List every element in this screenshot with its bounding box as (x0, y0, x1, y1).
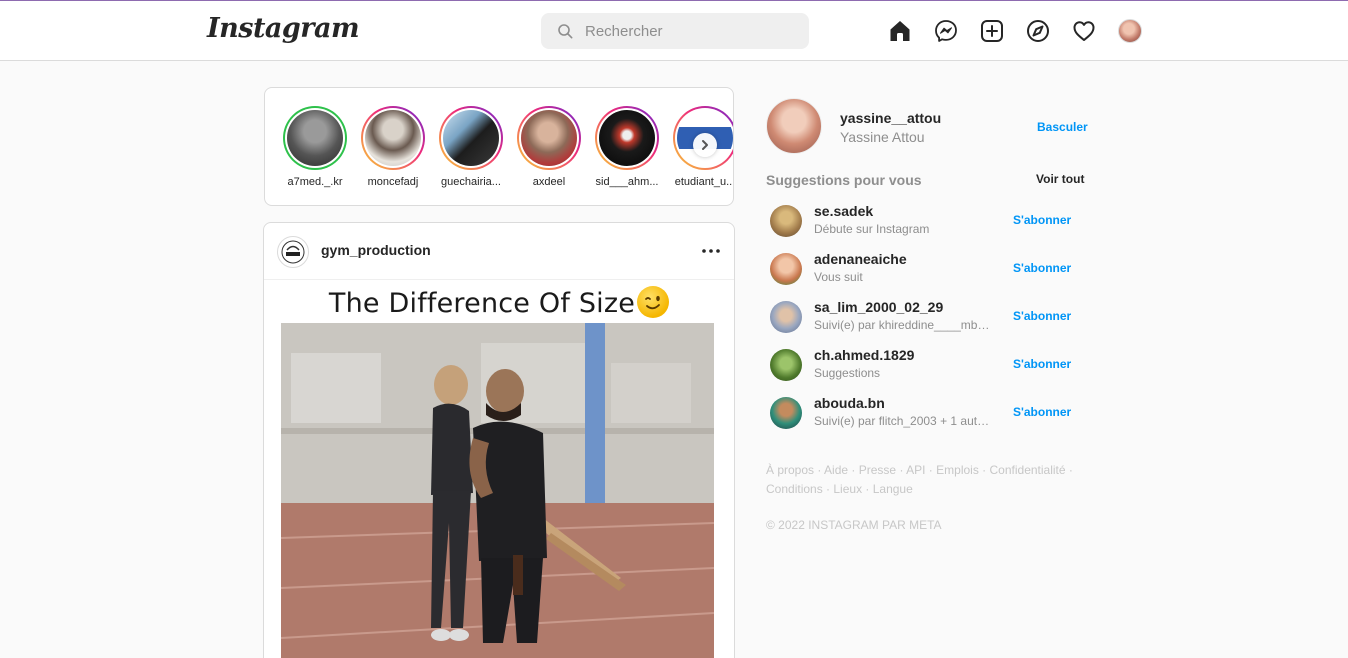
suggestion-username[interactable]: sa_lim_2000_02_29 (814, 299, 943, 315)
copyright-text: © 2022 INSTAGRAM PAR META (766, 518, 942, 532)
story-avatar (443, 110, 499, 166)
suggestion-reason: Suivi(e) par flitch_2003 + 1 autr... (814, 414, 990, 428)
activity-heart-icon[interactable] (1072, 19, 1096, 43)
story-avatar (599, 110, 655, 166)
suggestion-avatar[interactable] (770, 253, 802, 285)
story-avatar (521, 110, 577, 166)
footer-link-language[interactable]: Langue (873, 482, 913, 496)
suggestion-item: sa_lim_2000_02_29 Suivi(e) par khireddin… (770, 297, 1090, 337)
story-item[interactable]: a7med._.kr (281, 106, 349, 188)
suggestion-reason: Vous suit (814, 270, 863, 284)
more-options-icon[interactable] (700, 241, 722, 261)
story-username: axdeel (532, 176, 566, 188)
story-item[interactable]: guechairia... (437, 106, 505, 188)
winking-face-emoji-icon (637, 286, 670, 318)
suggestion-item: ch.ahmed.1829 Suggestions S'abonner (770, 345, 1090, 385)
follow-button[interactable]: S'abonner (1013, 213, 1071, 227)
footer-link-about[interactable]: À propos (766, 463, 814, 477)
suggestion-username[interactable]: adenaneaiche (814, 251, 907, 267)
story-ring (439, 106, 503, 170)
story-ring (595, 106, 659, 170)
suggestion-avatar[interactable] (770, 397, 802, 429)
suggestion-reason: Débute sur Instagram (814, 222, 930, 236)
suggestion-username[interactable]: abouda.bn (814, 395, 885, 411)
current-user-fullname: Yassine Attou (840, 129, 925, 145)
story-username: etudiant_u... (674, 176, 734, 188)
post-header: gym_production (264, 223, 734, 280)
media-title-text: The Difference Of Size (328, 288, 636, 319)
follow-button[interactable]: S'abonner (1013, 405, 1071, 419)
search-input[interactable] (585, 13, 795, 49)
follow-button[interactable]: S'abonner (1013, 309, 1071, 323)
gym-logo-icon (281, 240, 305, 264)
messenger-icon[interactable] (934, 19, 958, 43)
instagram-logo[interactable]: Instagram (207, 13, 360, 44)
suggestions-heading: Suggestions pour vous (766, 172, 922, 188)
top-navbar: Instagram (0, 1, 1348, 61)
explore-icon[interactable] (1026, 19, 1050, 43)
post-author-username[interactable]: gym_production (321, 242, 431, 258)
story-item[interactable]: moncefadj (359, 106, 427, 188)
footer-link-api[interactable]: API (906, 463, 925, 477)
suggestion-item: se.sadek Débute sur Instagram S'abonner (770, 201, 1090, 241)
suggestion-avatar[interactable] (770, 205, 802, 237)
story-avatar (365, 110, 421, 166)
suggestion-username[interactable]: se.sadek (814, 203, 873, 219)
home-icon[interactable] (888, 19, 912, 43)
suggestion-avatar[interactable] (770, 301, 802, 333)
follow-button[interactable]: S'abonner (1013, 261, 1071, 275)
current-user-username[interactable]: yassine__attou (840, 110, 941, 126)
search-icon (558, 24, 573, 39)
story-username: guechairia... (441, 176, 501, 188)
footer-links: À propos · Aide · Presse · API · Emplois… (766, 463, 1073, 496)
story-username: sid___ahm... (595, 176, 659, 188)
current-user-avatar[interactable] (766, 98, 822, 154)
stories-tray: a7med._.kr moncefadj guechairia... axdee… (264, 87, 734, 206)
footer-link-locations[interactable]: Lieux (833, 482, 862, 496)
story-item[interactable]: sid___ahm... (593, 106, 661, 188)
search-box[interactable] (541, 13, 809, 49)
story-ring (517, 106, 581, 170)
story-item[interactable]: axdeel (515, 106, 583, 188)
suggestion-reason: Suivi(e) par khireddine____mbk ... (814, 318, 990, 332)
video-frame[interactable] (281, 323, 714, 658)
suggestion-reason: Suggestions (814, 366, 881, 380)
switch-account-button[interactable]: Basculer (1037, 120, 1088, 134)
suggestion-item: adenaneaiche Vous suit S'abonner (770, 249, 1090, 289)
footer-link-terms[interactable]: Conditions (766, 482, 823, 496)
media-caption-overlay: The Difference Of Size (264, 286, 734, 319)
suggestion-avatar[interactable] (770, 349, 802, 381)
footer-link-press[interactable]: Presse (859, 463, 896, 477)
stories-next-button[interactable] (693, 133, 717, 157)
story-username: moncefadj (367, 176, 419, 188)
suggestion-item: abouda.bn Suivi(e) par flitch_2003 + 1 a… (770, 393, 1090, 433)
see-all-button[interactable]: Voir tout (1036, 172, 1084, 186)
story-avatar (287, 110, 343, 166)
story-ring (361, 106, 425, 170)
post-author-avatar[interactable] (277, 236, 309, 268)
footer-link-privacy[interactable]: Confidentialité (990, 463, 1066, 477)
story-ring (283, 106, 347, 170)
profile-avatar[interactable] (1118, 19, 1142, 43)
post-media[interactable]: The Difference Of Size (264, 280, 734, 658)
feed-post: gym_production The Difference Of Size (263, 222, 735, 658)
footer-link-help[interactable]: Aide (824, 463, 848, 477)
chevron-right-icon (702, 140, 708, 150)
suggestion-username[interactable]: ch.ahmed.1829 (814, 347, 914, 363)
story-username: a7med._.kr (287, 176, 343, 188)
footer-link-jobs[interactable]: Emplois (936, 463, 979, 477)
new-post-icon[interactable] (980, 19, 1004, 43)
follow-button[interactable]: S'abonner (1013, 357, 1071, 371)
gym-scene-image (281, 323, 714, 658)
